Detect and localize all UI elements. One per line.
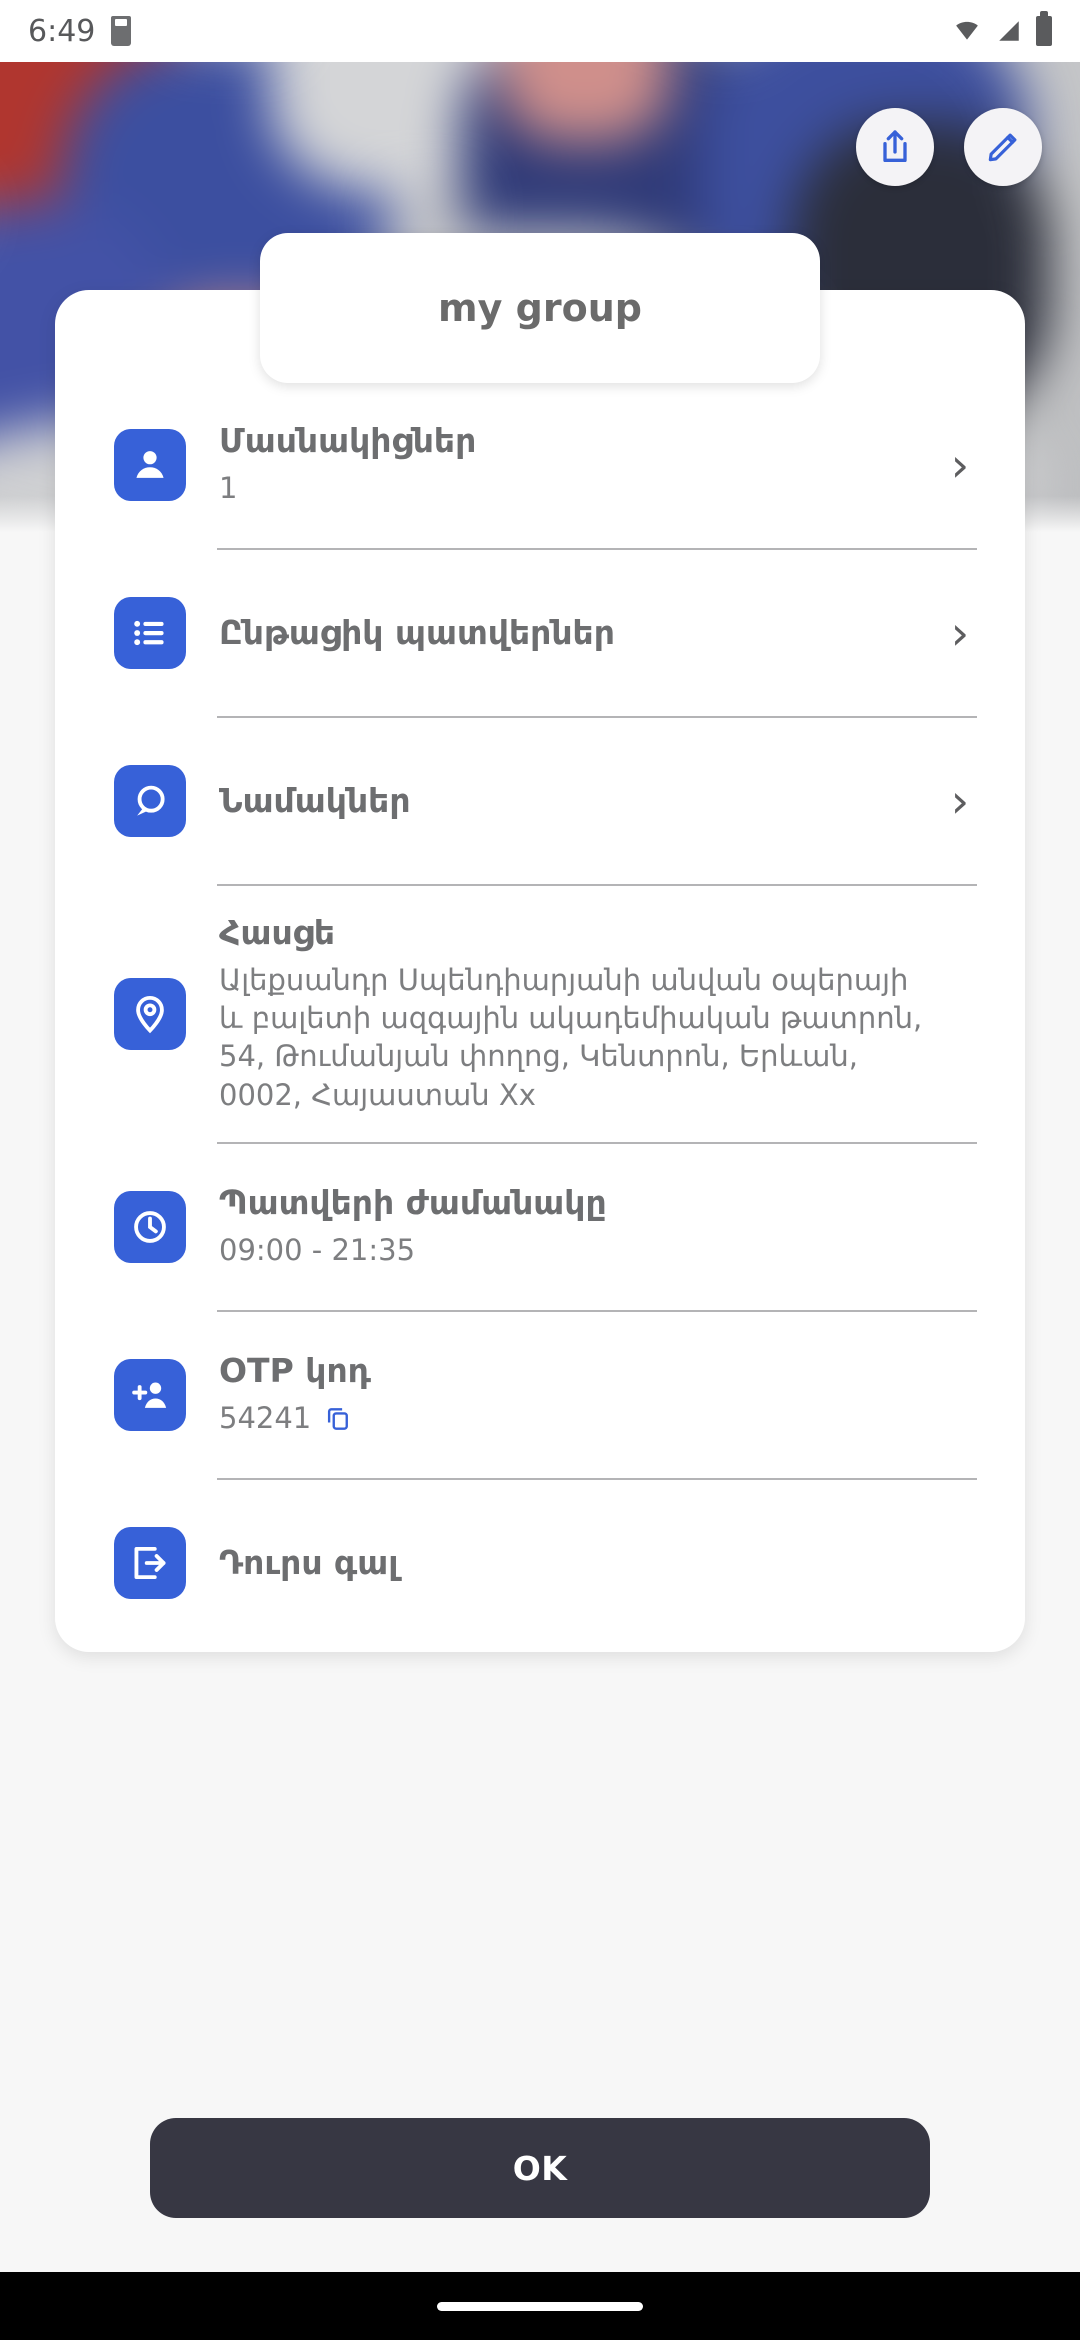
ok-button-label: OK — [512, 2148, 568, 2188]
logout-icon-tile — [114, 1527, 186, 1599]
detail-rows: Մասնակիցներ 1 › Ընթացիկ պատվերներ › Նամա… — [55, 290, 1025, 1618]
top-action-bar — [856, 108, 1042, 186]
row-divider — [217, 716, 977, 718]
row-participants[interactable]: Մասնակիցներ 1 › — [55, 410, 1025, 520]
row-text: Դուրս գալ — [197, 1542, 943, 1583]
list-icon — [134, 620, 164, 646]
status-bar: 6:49 — [0, 0, 1080, 62]
wifi-icon — [956, 21, 978, 40]
chat-bubble-icon — [137, 785, 165, 816]
group-title-chip: my group — [260, 233, 820, 383]
row-icon-slot — [103, 1359, 197, 1431]
add-person-icon — [132, 1382, 167, 1408]
row-address: Հասցե Ալեքսանդր Սպենդիարյանի անվան օպերա… — [55, 913, 1025, 1114]
row-title: Պատվերի ժամանակը — [219, 1183, 607, 1223]
pencil-icon — [988, 133, 1017, 162]
row-title: Հասցե — [219, 913, 336, 952]
row-icon-slot — [103, 1527, 197, 1599]
row-icon-slot — [103, 597, 197, 669]
row-title: Մասնակիցներ — [219, 421, 477, 461]
row-icon-slot — [103, 765, 197, 837]
row-text: Ընթացիկ պատվերներ — [197, 612, 943, 653]
row-subtitle-wrap: 54241 — [219, 1399, 935, 1437]
location-pin-icon — [136, 995, 164, 1034]
clock-icon-tile — [114, 1191, 186, 1263]
row-title: Ընթացիկ պատվերներ — [219, 612, 615, 652]
page-title: my group — [438, 286, 642, 330]
chat-bubble-icon-tile — [114, 765, 186, 837]
chevron-right-icon[interactable]: › — [943, 610, 977, 656]
add-person-icon-tile — [114, 1359, 186, 1431]
row-text: Պատվերի ժամանակը 09:00 - 21:35 — [197, 1183, 943, 1269]
row-text: Մասնակիցներ 1 — [197, 421, 943, 507]
group-detail-card: my group Մասնակիցներ 1 › Ընթացիկ պատվերն… — [55, 233, 1025, 1652]
clock-icon — [134, 1211, 166, 1243]
row-title: Նամակներ — [219, 780, 411, 820]
row-title: Դուրս գալ — [219, 1542, 399, 1582]
row-subtitle: 1 — [219, 471, 238, 506]
system-navigation-bar — [0, 2272, 1080, 2340]
row-text: Նամակներ — [197, 780, 943, 821]
cellular-signal-icon — [999, 21, 1019, 41]
row-order-time: Պատվերի ժամանակը 09:00 - 21:35 — [55, 1172, 1025, 1282]
person-icon — [136, 451, 164, 478]
row-divider — [217, 1142, 977, 1144]
row-divider — [217, 548, 977, 550]
row-divider — [217, 884, 977, 886]
row-messages[interactable]: Նամակներ › — [55, 746, 1025, 856]
row-icon-slot — [103, 978, 197, 1050]
copy-icon[interactable] — [323, 1403, 353, 1433]
row-otp-code: OTP կոդ 54241 — [55, 1340, 1025, 1450]
row-divider — [217, 1478, 977, 1480]
share-icon — [883, 130, 907, 162]
sd-card-icon — [111, 16, 132, 46]
row-current-orders[interactable]: Ընթացիկ պատվերներ › — [55, 578, 1025, 688]
battery-icon — [1036, 11, 1052, 46]
app-screen: 6:49 my group Մասնակիցներ 1 › Ընթացիկ պա… — [0, 0, 1080, 2340]
row-icon-slot — [103, 1191, 197, 1263]
location-pin-icon-tile — [114, 978, 186, 1050]
edit-button[interactable] — [964, 108, 1042, 186]
person-icon-tile — [114, 429, 186, 501]
logout-icon — [134, 1546, 166, 1580]
otp-value: 54241 — [219, 1401, 312, 1436]
share-button[interactable] — [856, 108, 934, 186]
status-time: 6:49 — [28, 13, 96, 49]
chevron-right-icon[interactable]: › — [943, 442, 977, 488]
row-divider — [217, 1310, 977, 1312]
row-title: OTP կոդ — [219, 1351, 371, 1391]
ok-button[interactable]: OK — [150, 2118, 930, 2218]
row-subtitle: Ալեքսանդր Սպենդիարյանի անվան օպերայի և բ… — [219, 962, 923, 1112]
row-text: Հասցե Ալեքսանդր Սպենդիարյանի անվան օպերա… — [197, 913, 943, 1114]
status-icons — [952, 11, 1052, 46]
chevron-right-icon[interactable]: › — [943, 778, 977, 824]
row-text: OTP կոդ 54241 — [197, 1351, 943, 1437]
row-logout[interactable]: Դուրս գալ — [55, 1508, 1025, 1618]
row-subtitle: 09:00 - 21:35 — [219, 1233, 416, 1268]
list-icon-tile — [114, 597, 186, 669]
home-gesture-pill[interactable] — [437, 2301, 643, 2311]
row-icon-slot — [103, 429, 197, 501]
